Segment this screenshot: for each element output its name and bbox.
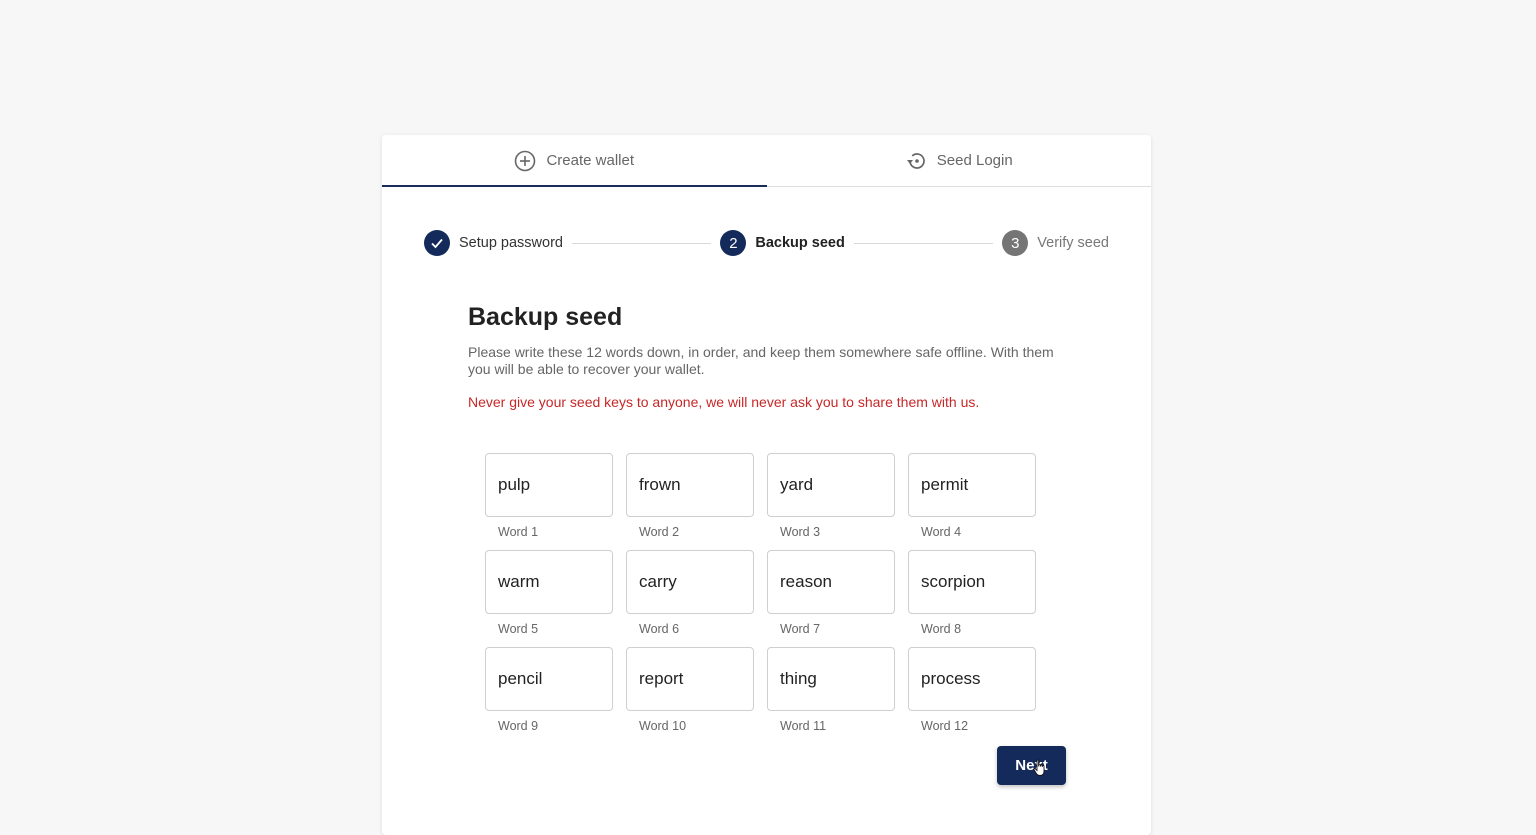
step-setup-password: Setup password bbox=[424, 230, 563, 256]
step-backup-seed: 2 Backup seed bbox=[720, 230, 845, 256]
step-verify-seed: 3 Verify seed bbox=[1002, 230, 1109, 256]
seed-word-label: Word 9 bbox=[498, 719, 539, 733]
seed-word-item: frown Word 2 bbox=[626, 453, 754, 540]
seed-word-item: warm Word 5 bbox=[485, 550, 613, 637]
instructions-text: Please write these 12 words down, in ord… bbox=[468, 344, 1054, 377]
seed-word-item: scorpion Word 8 bbox=[908, 550, 1036, 637]
seed-word-item: process Word 12 bbox=[908, 647, 1036, 734]
step-label: Verify seed bbox=[1037, 235, 1110, 251]
seed-word-item: thing Word 11 bbox=[767, 647, 895, 734]
backup-seed-section: Backup seed Please write these 12 words … bbox=[468, 303, 1068, 410]
step-connector bbox=[571, 242, 712, 244]
seed-word-label: Word 1 bbox=[498, 525, 539, 539]
step-label: Backup seed bbox=[755, 235, 845, 251]
step-label: Setup password bbox=[459, 235, 563, 251]
seed-word-item: report Word 10 bbox=[626, 647, 754, 734]
step-number-badge: 3 bbox=[1002, 230, 1029, 256]
seed-word-item: carry Word 6 bbox=[626, 550, 754, 637]
tab-create-wallet-label: Create wallet bbox=[546, 152, 635, 169]
restore-icon bbox=[905, 150, 927, 172]
seed-word-item: pencil Word 9 bbox=[485, 647, 613, 734]
tab-seed-login-label: Seed Login bbox=[936, 152, 1013, 169]
seed-word-label: Word 4 bbox=[921, 525, 962, 539]
seed-word-item: yard Word 3 bbox=[767, 453, 895, 540]
seed-word-label: Word 8 bbox=[921, 622, 962, 636]
seed-word-item: pulp Word 1 bbox=[485, 453, 613, 540]
seed-word-field[interactable]: carry bbox=[626, 550, 754, 614]
seed-word-field[interactable]: pulp bbox=[485, 453, 613, 517]
seed-word-item: permit Word 4 bbox=[908, 453, 1036, 540]
seed-word-label: Word 7 bbox=[780, 622, 821, 636]
seed-word-field[interactable]: report bbox=[626, 647, 754, 711]
seed-word-field[interactable]: permit bbox=[908, 453, 1036, 517]
seed-word-label: Word 2 bbox=[639, 525, 680, 539]
tab-bar: Create wallet Seed Login bbox=[382, 135, 1151, 187]
seed-word-field[interactable]: pencil bbox=[485, 647, 613, 711]
seed-word-item: reason Word 7 bbox=[767, 550, 895, 637]
warning-text: Never give your seed keys to anyone, we … bbox=[468, 394, 980, 410]
seed-word-field[interactable]: process bbox=[908, 647, 1036, 711]
seed-word-label: Word 11 bbox=[780, 719, 827, 733]
seed-word-field[interactable]: warm bbox=[485, 550, 613, 614]
plus-circle-icon bbox=[514, 150, 536, 172]
seed-word-field[interactable]: scorpion bbox=[908, 550, 1036, 614]
seed-word-label: Word 5 bbox=[498, 622, 539, 636]
stepper: Setup password 2 Backup seed 3 Verify se… bbox=[424, 230, 1109, 256]
seed-word-label: Word 6 bbox=[639, 622, 680, 636]
tab-create-wallet[interactable]: Create wallet bbox=[382, 135, 767, 187]
page-title: Backup seed bbox=[468, 303, 623, 331]
next-button[interactable]: Next bbox=[997, 746, 1066, 785]
tab-seed-login[interactable]: Seed Login bbox=[767, 135, 1152, 186]
seed-word-label: Word 3 bbox=[780, 525, 821, 539]
seed-word-field[interactable]: frown bbox=[626, 453, 754, 517]
seed-word-label: Word 10 bbox=[639, 719, 687, 733]
seed-word-grid: pulp Word 1 frown Word 2 yard Word 3 permit… bbox=[485, 453, 1036, 734]
seed-word-field[interactable]: yard bbox=[767, 453, 895, 517]
seed-word-label: Word 12 bbox=[921, 719, 969, 733]
wallet-card: Create wallet Seed Login Setup password bbox=[382, 135, 1151, 835]
step-connector bbox=[853, 242, 994, 244]
seed-word-field[interactable]: reason bbox=[767, 550, 895, 614]
step-number-badge: 2 bbox=[720, 230, 747, 256]
check-icon bbox=[424, 230, 450, 256]
seed-word-field[interactable]: thing bbox=[767, 647, 895, 711]
